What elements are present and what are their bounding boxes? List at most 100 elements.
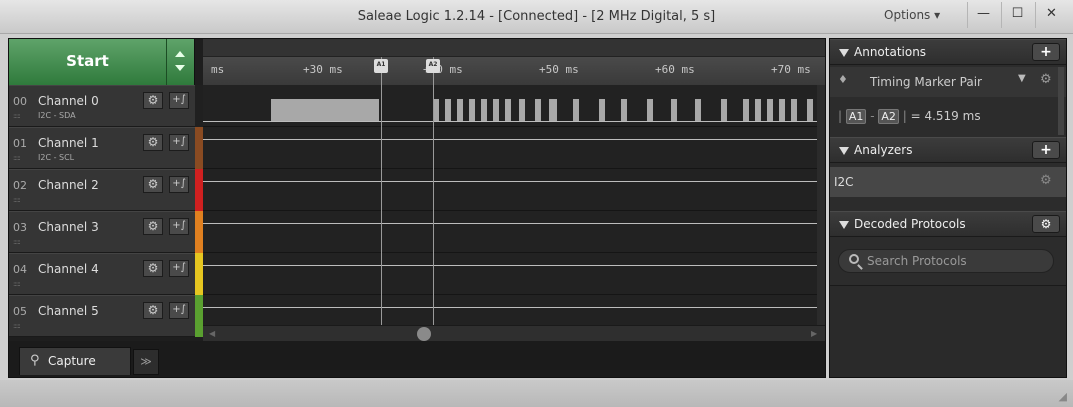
drag-handle-icon[interactable]: :::::: [13, 280, 21, 288]
start-button[interactable]: Start: [9, 39, 167, 85]
channel-settings-button[interactable]: ⚙: [143, 134, 163, 151]
channel-name[interactable]: Channel 0: [38, 94, 99, 108]
pin-icon[interactable]: ♦: [838, 73, 848, 86]
decoded-protocols-header[interactable]: Decoded Protocols ⚙: [830, 211, 1066, 237]
waveform-row[interactable]: [203, 127, 817, 169]
signal-pulse: [469, 99, 475, 121]
channel-name[interactable]: Channel 1: [38, 136, 99, 150]
drag-handle-icon[interactable]: :::::: [13, 154, 21, 162]
signal-pulse: [573, 99, 579, 121]
channel-settings-button[interactable]: ⚙: [143, 176, 163, 193]
waveform-row[interactable]: [203, 295, 817, 325]
signal-pulse: [549, 99, 557, 121]
waveform-area[interactable]: [203, 85, 817, 325]
channel-trigger-button[interactable]: +∫: [169, 302, 189, 319]
waveform-row[interactable]: [203, 85, 817, 127]
drag-handle-icon[interactable]: :::::: [13, 322, 21, 330]
start-options-toggle[interactable]: [167, 39, 195, 85]
minimize-button[interactable]: —: [967, 2, 999, 28]
annotations-header[interactable]: Annotations +: [830, 39, 1066, 65]
arrow-down-icon: [175, 65, 185, 71]
resize-grip-icon[interactable]: ◢: [1059, 390, 1067, 403]
waveform-row[interactable]: [203, 253, 817, 295]
analyzers-header[interactable]: Analyzers +: [830, 137, 1066, 163]
signal-line: [203, 265, 817, 266]
channel-trigger-button[interactable]: +∫: [169, 176, 189, 193]
channel-color-strip: [195, 211, 203, 253]
timing-marker-line[interactable]: [381, 57, 382, 325]
channel-settings-button[interactable]: ⚙: [143, 302, 163, 319]
waveform-row[interactable]: [203, 211, 817, 253]
tab-capture-label: Capture: [48, 354, 96, 368]
channel-row[interactable]: 02::::: Channel 2 ⚙ +∫: [9, 169, 195, 211]
signal-pulse: [767, 99, 773, 121]
time-tick-label: +60 ms: [655, 63, 695, 76]
signal-line: [203, 139, 817, 140]
timeline-overview-bar[interactable]: [203, 39, 825, 57]
analyzer-item[interactable]: I2C ⚙: [830, 167, 1066, 197]
add-annotation-button[interactable]: +: [1032, 43, 1060, 61]
close-button[interactable]: ✕: [1035, 2, 1067, 28]
time-tick-label: +50 ms: [539, 63, 579, 76]
timing-marker-line[interactable]: [433, 57, 434, 325]
signal-pulse: [743, 99, 749, 121]
channel-row[interactable]: 05::::: Channel 5 ⚙ +∫: [9, 295, 195, 337]
waveform-vertical-scrollbar[interactable]: [817, 85, 825, 325]
channel-row[interactable]: 01::::: Channel 1 I2C - SCL ⚙ +∫: [9, 127, 195, 169]
scroll-left-icon[interactable]: ◀: [209, 329, 215, 338]
signal-pulse: [807, 99, 813, 121]
channel-trigger-button[interactable]: +∫: [169, 260, 189, 277]
channel-settings-button[interactable]: ⚙: [143, 260, 163, 277]
timing-marker-handle[interactable]: A1: [374, 59, 388, 73]
decoded-settings-button[interactable]: ⚙: [1032, 215, 1060, 233]
drag-handle-icon[interactable]: :::::: [13, 196, 21, 204]
status-bar: ◢: [0, 380, 1073, 407]
timing-marker-pair-row[interactable]: ♦ Timing Marker Pair ▼ ⚙: [830, 67, 1066, 97]
channel-name[interactable]: Channel 5: [38, 304, 99, 318]
timing-marker-handle[interactable]: A2: [426, 59, 440, 73]
main-capture-panel: Start 00::::: Channel 0 I2C - SDA ⚙ +∫ 01::::…: [8, 38, 826, 378]
channel-name[interactable]: Channel 4: [38, 262, 99, 276]
channel-row[interactable]: 03::::: Channel 3 ⚙ +∫: [9, 211, 195, 253]
title-bar: Saleae Logic 1.2.14 - [Connected] - [2 M…: [0, 0, 1073, 34]
collapse-triangle-icon[interactable]: [839, 221, 849, 229]
channel-analyzer-label: I2C - SCL: [38, 153, 75, 162]
signal-pulse: [695, 99, 701, 121]
options-menu-button[interactable]: Options ▾: [884, 8, 940, 22]
channel-settings-button[interactable]: ⚙: [143, 92, 163, 109]
waveform-row[interactable]: [203, 169, 817, 211]
tab-capture[interactable]: ⚲ Capture: [19, 347, 131, 375]
channel-settings-button[interactable]: ⚙: [143, 218, 163, 235]
drag-handle-icon[interactable]: :::::: [13, 112, 21, 120]
scrollbar-thumb[interactable]: [417, 327, 431, 341]
more-tabs-button[interactable]: ≫: [133, 349, 159, 375]
time-ruler[interactable]: ms +30 ms +40 ms +50 ms +60 ms +70 ms: [203, 57, 825, 85]
search-protocols-input[interactable]: Search Protocols: [838, 249, 1054, 273]
channel-row[interactable]: 00::::: Channel 0 I2C - SDA ⚙ +∫: [9, 85, 195, 127]
chevron-down-icon[interactable]: ▼: [1018, 73, 1026, 84]
channel-trigger-button[interactable]: +∫: [169, 134, 189, 151]
gear-icon[interactable]: ⚙: [1040, 173, 1052, 188]
gear-icon[interactable]: ⚙: [1040, 72, 1052, 87]
collapse-triangle-icon[interactable]: [839, 49, 849, 57]
capture-search-icon: ⚲: [30, 353, 40, 368]
channel-name[interactable]: Channel 2: [38, 178, 99, 192]
search-icon: [849, 254, 859, 264]
channel-number: 00: [13, 95, 27, 108]
signal-pulse: [755, 99, 761, 121]
signal-pulse: [599, 99, 605, 121]
drag-handle-icon[interactable]: :::::: [13, 238, 21, 246]
add-analyzer-button[interactable]: +: [1032, 141, 1060, 159]
channel-row[interactable]: 04::::: Channel 4 ⚙ +∫: [9, 253, 195, 295]
waveform-horizontal-scrollbar[interactable]: ◀ ▶: [203, 325, 825, 341]
signal-line: [203, 223, 817, 224]
annotations-scrollbar[interactable]: [1058, 67, 1064, 135]
scroll-right-icon[interactable]: ▶: [811, 329, 817, 338]
channel-trigger-button[interactable]: +∫: [169, 218, 189, 235]
maximize-button[interactable]: ☐: [1001, 2, 1033, 28]
channel-name[interactable]: Channel 3: [38, 220, 99, 234]
channel-trigger-button[interactable]: +∫: [169, 92, 189, 109]
collapse-triangle-icon[interactable]: [839, 147, 849, 155]
marker-measurement: | A1 - A2 | = 4.519 ms: [838, 109, 981, 124]
channel-color-strip: [195, 85, 203, 127]
